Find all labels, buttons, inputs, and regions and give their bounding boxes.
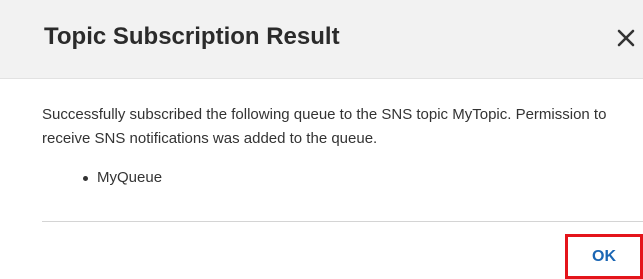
dialog-header: Topic Subscription Result bbox=[0, 0, 643, 79]
queue-list: MyQueue bbox=[42, 168, 632, 188]
dialog-title: Topic Subscription Result bbox=[44, 23, 340, 50]
subscription-result-dialog: Topic Subscription Result Successfully s… bbox=[0, 0, 643, 279]
close-button[interactable] bbox=[611, 22, 641, 52]
result-message: Successfully subscribed the following qu… bbox=[42, 106, 607, 147]
queue-name: MyQueue bbox=[97, 169, 163, 186]
dialog-body: Successfully subscribed the following qu… bbox=[42, 103, 632, 188]
close-icon bbox=[611, 22, 641, 52]
footer-divider bbox=[42, 221, 643, 222]
bullet-icon bbox=[83, 176, 88, 181]
list-item: MyQueue bbox=[83, 168, 632, 188]
ok-button[interactable]: OK bbox=[565, 234, 643, 279]
